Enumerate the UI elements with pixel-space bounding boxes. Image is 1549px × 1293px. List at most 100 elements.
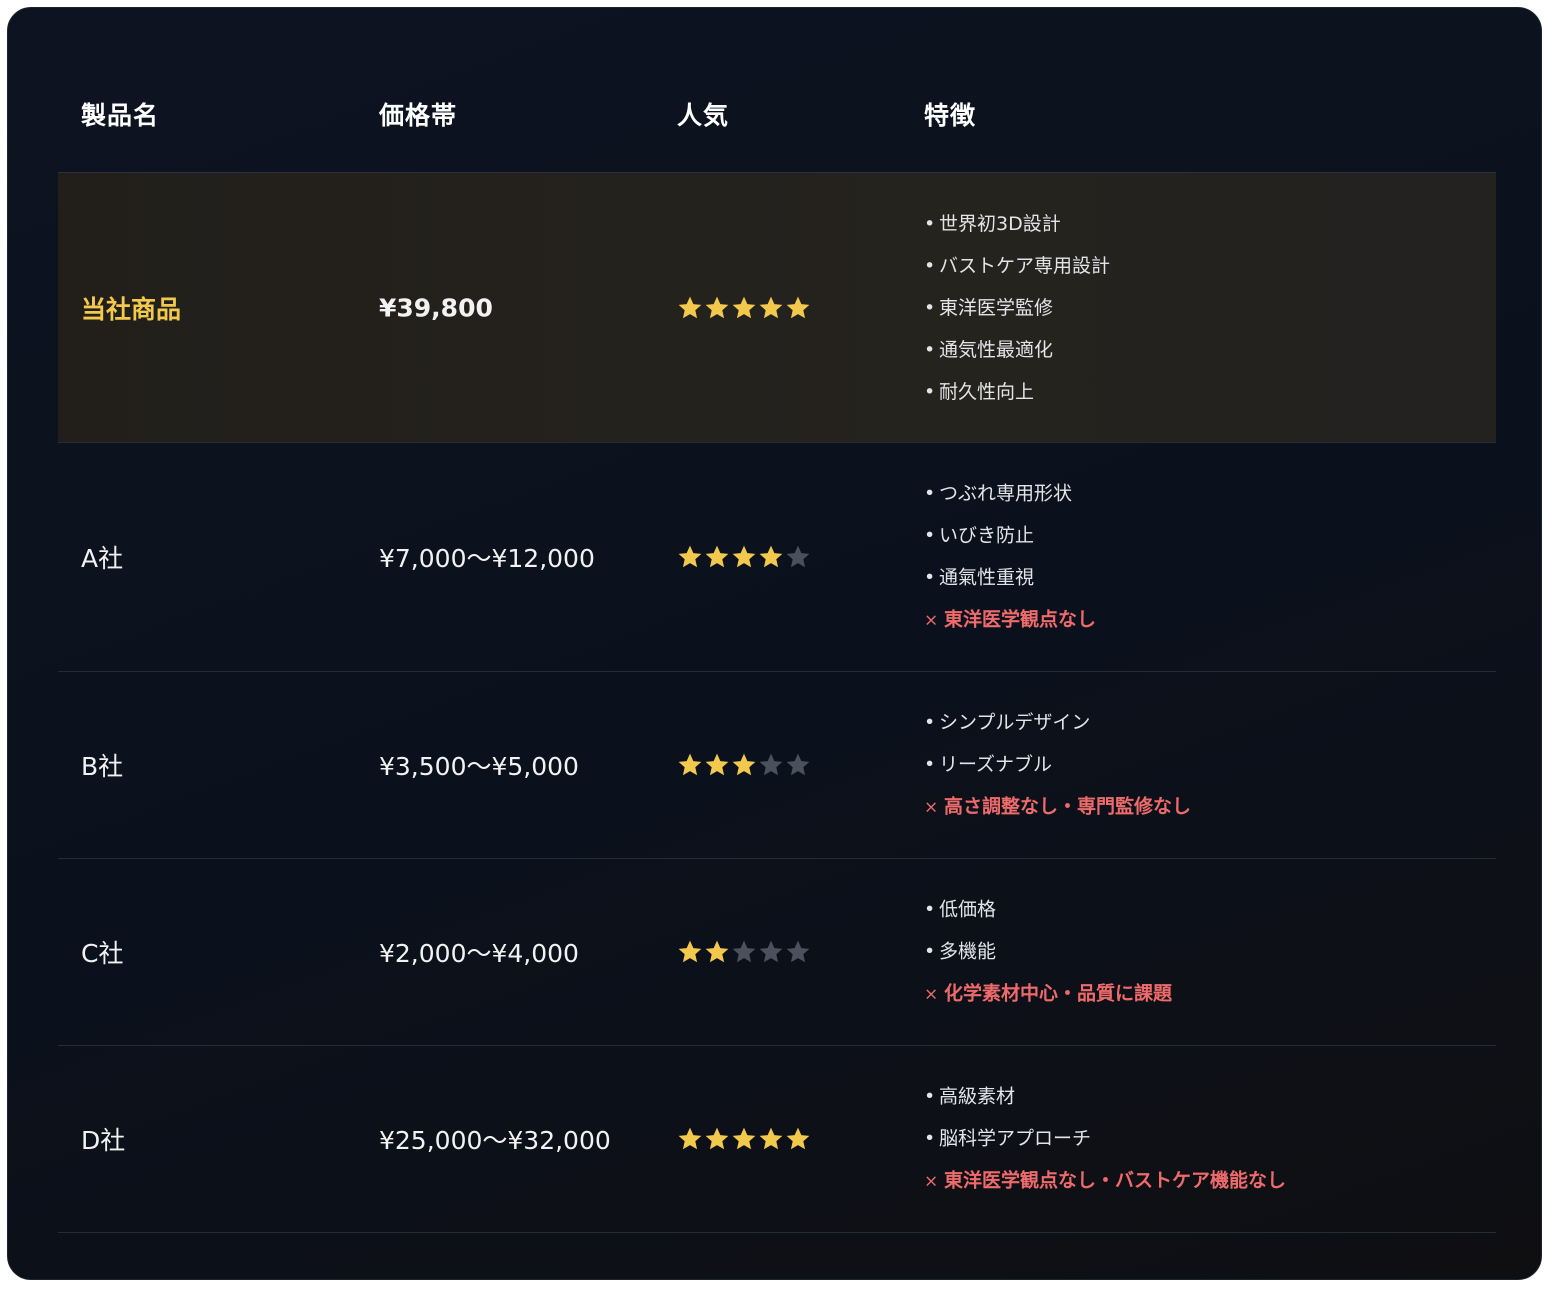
star-filled-icon	[786, 1127, 810, 1150]
feature-text: 耐久性向上	[939, 380, 1035, 403]
star-filled-icon	[786, 296, 810, 318]
star-filled-icon	[732, 545, 756, 568]
feature-text: 通気性最適化	[939, 338, 1054, 361]
feature-list: • つぶれ専用形状 • いびき防止 • 通氣性重視 × 東洋医学観点なし	[924, 473, 1096, 642]
table-row: B社 ¥3,500〜¥5,000 • シンプルデザイン • リーズナブル × 高さ調整なし・専…	[58, 672, 1496, 859]
feature-text: 通氣性重視	[939, 566, 1035, 589]
feature-item: • いびき防止	[924, 515, 1096, 557]
feature-list: • 世界初3D設計 • バストケア専用設計 • 東洋医学監修 • 通気性最適化 • 耐久性向上	[924, 203, 1110, 413]
table-row: 当社商品 ¥39,800 • 世界初3D設計 • バストケア専用設計 • 東洋医学監修 • 通気性…	[58, 173, 1496, 443]
star-empty-icon	[786, 545, 810, 568]
feature-list: • 低価格 • 多機能 × 化学素材中心・品質に課題	[924, 889, 1172, 1016]
feature-text: 東洋医学監修	[939, 296, 1054, 319]
feature-item-negative: × 東洋医学観点なし	[924, 599, 1096, 642]
feature-item: • 低価格	[924, 889, 1172, 931]
star-filled-icon	[678, 1127, 702, 1150]
cross-icon: ×	[924, 610, 939, 631]
bullet-icon: •	[924, 1127, 936, 1150]
star-rating	[677, 1126, 811, 1152]
table-row: A社 ¥7,000〜¥12,000 • つぶれ専用形状 • いびき防止 • 通氣性重視 × 東洋医…	[58, 443, 1496, 672]
bullet-icon: •	[924, 898, 936, 921]
star-filled-icon	[705, 296, 729, 318]
feature-text: バストケア専用設計	[939, 254, 1111, 277]
feature-item: • 世界初3D設計	[924, 203, 1110, 245]
feature-item: • 耐久性向上	[924, 371, 1110, 413]
product-name: D社	[81, 1126, 126, 1155]
header-popularity: 人気	[677, 101, 730, 130]
feature-item: • リーズナブル	[924, 744, 1191, 786]
feature-item: • 通氣性重視	[924, 557, 1096, 599]
feature-item-negative: × 東洋医学観点なし・バストケア機能なし	[924, 1160, 1286, 1203]
price-range: ¥2,000〜¥4,000	[379, 939, 579, 968]
star-filled-icon	[705, 753, 729, 776]
feature-item: • つぶれ専用形状	[924, 473, 1096, 515]
cross-icon: ×	[924, 1171, 939, 1192]
comparison-card: 製品名 価格帯 人気 特徴 当社商品 ¥39,800 • 世界初3D設計 • バストケア専…	[7, 7, 1542, 1280]
bullet-icon: •	[924, 753, 936, 776]
feature-item: • シンプルデザイン	[924, 702, 1191, 744]
star-empty-icon	[759, 753, 783, 776]
bullet-icon: •	[924, 524, 936, 547]
bullet-icon: •	[924, 482, 936, 505]
feature-text: 高さ調整なし・専門監修なし	[944, 795, 1192, 818]
table-body: 当社商品 ¥39,800 • 世界初3D設計 • バストケア専用設計 • 東洋医学監修 • 通気性…	[58, 173, 1496, 1233]
cross-icon: ×	[924, 984, 939, 1005]
star-filled-icon	[678, 753, 702, 776]
bullet-icon: •	[924, 380, 936, 403]
feature-text: 高級素材	[939, 1085, 1016, 1108]
feature-text: 低価格	[939, 898, 997, 921]
feature-text: シンプルデザイン	[939, 711, 1091, 734]
star-filled-icon	[732, 1127, 756, 1150]
star-rating	[677, 295, 811, 321]
feature-text: 世界初3D設計	[939, 212, 1061, 235]
feature-item: • 脳科学アプローチ	[924, 1118, 1286, 1160]
feature-text: いびき防止	[939, 524, 1035, 547]
price-range: ¥3,500〜¥5,000	[379, 752, 579, 781]
star-filled-icon	[678, 940, 702, 963]
bullet-icon: •	[924, 940, 936, 963]
star-filled-icon	[705, 545, 729, 568]
header-price-range: 価格帯	[379, 101, 458, 130]
star-empty-icon	[786, 753, 810, 776]
bullet-icon: •	[924, 212, 936, 235]
header-product-name: 製品名	[81, 101, 160, 130]
star-rating	[677, 939, 811, 965]
product-name: 当社商品	[81, 294, 182, 324]
feature-item-negative: × 高さ調整なし・専門監修なし	[924, 786, 1191, 829]
feature-text: 多機能	[939, 940, 997, 963]
feature-item: • 高級素材	[924, 1076, 1286, 1118]
feature-item: • 通気性最適化	[924, 329, 1110, 371]
table-header: 製品名 価格帯 人気 特徴	[58, 8, 1496, 173]
star-filled-icon	[678, 296, 702, 318]
star-empty-icon	[732, 940, 756, 963]
feature-text: つぶれ専用形状	[939, 482, 1073, 505]
feature-list: • シンプルデザイン • リーズナブル × 高さ調整なし・専門監修なし	[924, 702, 1191, 829]
star-filled-icon	[705, 940, 729, 963]
feature-text: 東洋医学観点なし	[944, 608, 1097, 631]
product-name: A社	[81, 544, 124, 573]
product-name: C社	[81, 939, 124, 968]
price-range: ¥39,800	[379, 293, 493, 322]
bullet-icon: •	[924, 566, 936, 589]
price-range: ¥7,000〜¥12,000	[379, 544, 595, 573]
cross-icon: ×	[924, 797, 939, 818]
feature-item: • 東洋医学監修	[924, 287, 1110, 329]
star-filled-icon	[705, 1127, 729, 1150]
feature-item-negative: × 化学素材中心・品質に課題	[924, 973, 1172, 1016]
star-empty-icon	[786, 940, 810, 963]
table-row: D社 ¥25,000〜¥32,000 • 高級素材 • 脳科学アプローチ × 東洋医学観点なし…	[58, 1046, 1496, 1233]
bullet-icon: •	[924, 338, 936, 361]
feature-item: • 多機能	[924, 931, 1172, 973]
feature-text: リーズナブル	[939, 753, 1053, 776]
star-filled-icon	[678, 545, 702, 568]
feature-text: 東洋医学観点なし・バストケア機能なし	[944, 1169, 1287, 1192]
feature-text: 化学素材中心・品質に課題	[944, 982, 1173, 1005]
feature-item: • バストケア専用設計	[924, 245, 1110, 287]
star-rating	[677, 544, 811, 570]
feature-text: 脳科学アプローチ	[939, 1127, 1092, 1150]
star-filled-icon	[732, 296, 756, 318]
price-range: ¥25,000〜¥32,000	[379, 1126, 611, 1155]
star-filled-icon	[759, 296, 783, 318]
star-filled-icon	[732, 753, 756, 776]
star-rating	[677, 752, 811, 778]
